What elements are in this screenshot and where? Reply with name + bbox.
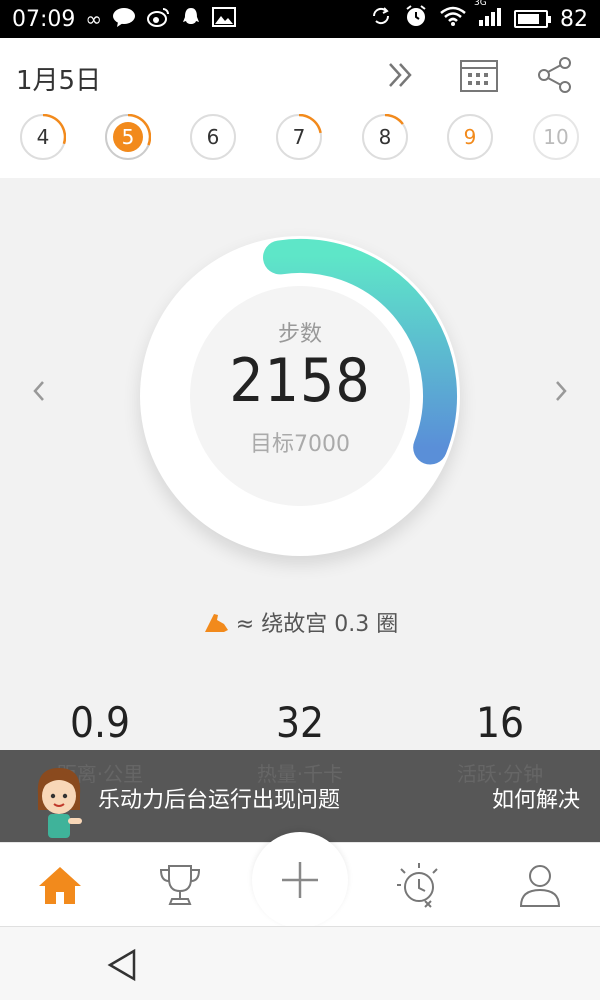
infinity-icon: ∞ [85, 7, 103, 31]
banner-message: 乐动力后台运行出现问题 [98, 788, 341, 813]
background-warning-banner[interactable]: 距离·公里 热量·千卡 活跃·分钟 乐动力后台运行出现问题 如何解决 [0, 750, 600, 842]
day-item[interactable]: 6 [190, 114, 236, 160]
trophy-icon[interactable] [152, 857, 208, 913]
status-time: 07:09 [12, 6, 76, 32]
day-label: 6 [206, 125, 220, 149]
day-label: 9 [463, 125, 477, 149]
alarm-icon [404, 4, 428, 34]
signal-icon: 3G [474, 0, 502, 32]
home-icon[interactable] [32, 857, 88, 913]
status-bar: 07:09 ∞ 3G 82 [0, 0, 600, 38]
stats-row: 0.9 32 16 [0, 698, 600, 758]
main-content: 步数 2158 目标7000 ≈ 绕故宫 0.3 圈 0.9 32 16 [0, 178, 600, 750]
system-navigation-bar [0, 926, 600, 1000]
back-icon[interactable] [102, 945, 142, 985]
profile-icon[interactable] [512, 857, 568, 913]
day-item[interactable]: 5 [105, 114, 151, 160]
wifi-icon [440, 5, 466, 33]
steps-goal: 目标7000 [250, 432, 350, 457]
network-type: 3G [474, 0, 487, 8]
double-chevron-right-icon[interactable] [378, 52, 424, 98]
day-label: 10 [543, 125, 569, 149]
day-item[interactable]: 4 [20, 114, 66, 160]
battery-percent: 82 [560, 6, 588, 32]
qq-icon [180, 6, 202, 33]
calories-value: 32 [275, 698, 325, 747]
day-item[interactable]: 8 [362, 114, 408, 160]
battery-icon [514, 10, 551, 28]
banner-help-link[interactable]: 如何解决 [492, 782, 580, 814]
mascot-avatar [28, 764, 90, 842]
day-item[interactable]: 7 [276, 114, 322, 160]
day-progress-arc [42, 114, 66, 145]
day-progress-arc [127, 114, 151, 146]
calendar-icon[interactable] [456, 52, 502, 98]
shoe-icon [202, 610, 230, 640]
steps-label: 步数 [277, 322, 322, 347]
laps-summary: ≈ 绕故宫 0.3 圈 [0, 606, 600, 640]
distance-value: 0.9 [69, 698, 131, 747]
sync-icon [370, 5, 392, 33]
chat-bubble-icon [112, 6, 136, 33]
plus-icon [282, 862, 318, 898]
day-selector: 4 5 6 7 8 9 10 [0, 110, 600, 170]
day-item[interactable]: 9 [447, 114, 493, 160]
day-item[interactable]: 10 [533, 114, 579, 160]
header: 1月5日 4 5 6 7 8 9 10 [0, 38, 600, 178]
add-button[interactable] [252, 832, 348, 928]
laps-text: ≈ 绕故宫 0.3 圈 [235, 612, 399, 637]
insight-icon[interactable] [392, 857, 448, 913]
weibo-icon [146, 6, 170, 33]
active-minutes-value: 16 [475, 698, 525, 747]
page-title: 1月5日 [16, 66, 102, 96]
day-progress-arc [384, 114, 404, 125]
image-icon [212, 6, 237, 32]
steps-value: 2158 [229, 346, 371, 416]
share-icon[interactable] [532, 52, 578, 98]
day-progress-arc [298, 114, 322, 134]
